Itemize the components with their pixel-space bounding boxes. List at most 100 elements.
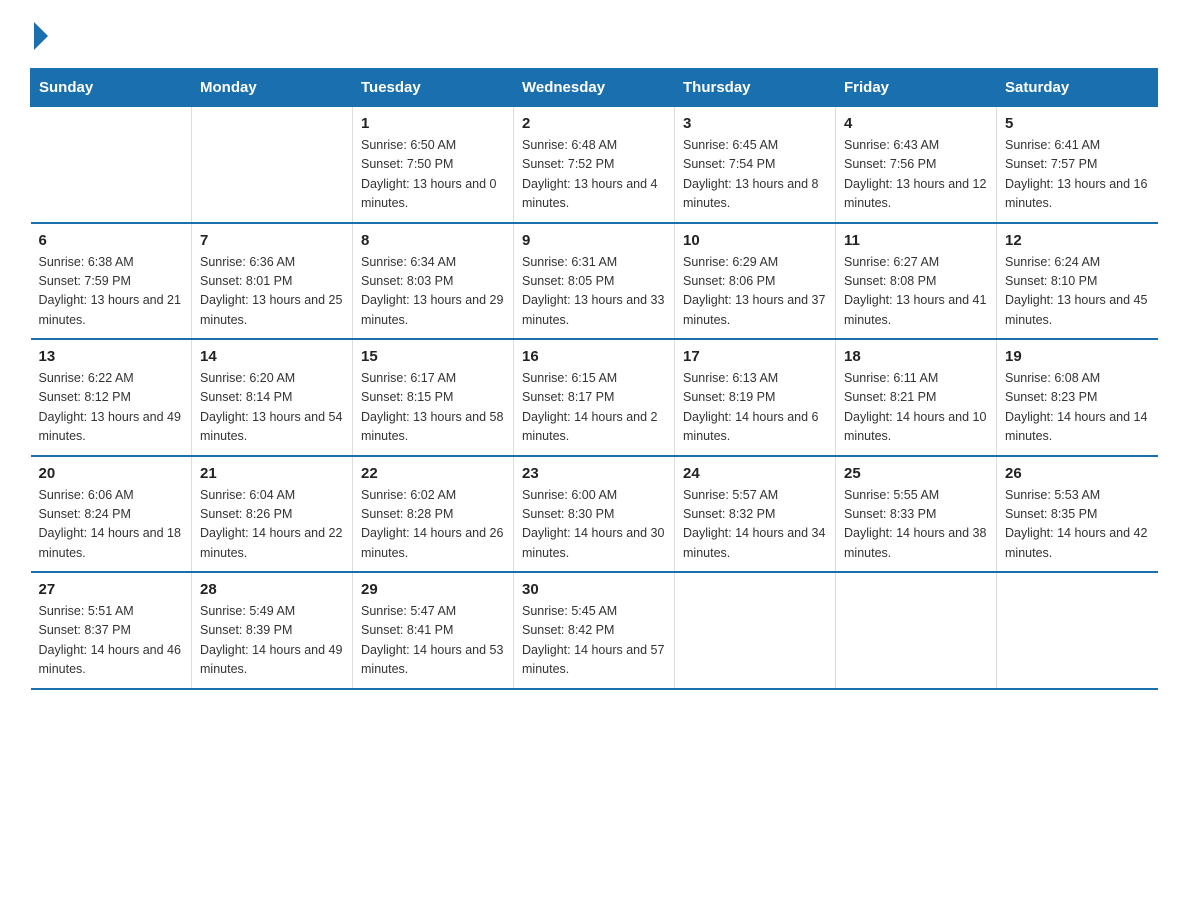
day-info: Sunrise: 6:41 AMSunset: 7:57 PMDaylight:… bbox=[1005, 136, 1150, 214]
day-info: Sunrise: 6:45 AMSunset: 7:54 PMDaylight:… bbox=[683, 136, 827, 214]
day-info: Sunrise: 6:27 AMSunset: 8:08 PMDaylight:… bbox=[844, 253, 988, 331]
day-number: 2 bbox=[522, 115, 666, 132]
day-number: 25 bbox=[844, 465, 988, 482]
day-info: Sunrise: 6:04 AMSunset: 8:26 PMDaylight:… bbox=[200, 486, 344, 564]
day-info: Sunrise: 6:00 AMSunset: 8:30 PMDaylight:… bbox=[522, 486, 666, 564]
day-number: 16 bbox=[522, 348, 666, 365]
day-number: 29 bbox=[361, 581, 505, 598]
calendar-cell bbox=[997, 572, 1158, 689]
day-number: 8 bbox=[361, 232, 505, 249]
weekday-header-monday: Monday bbox=[192, 69, 353, 107]
day-number: 19 bbox=[1005, 348, 1150, 365]
day-info: Sunrise: 6:34 AMSunset: 8:03 PMDaylight:… bbox=[361, 253, 505, 331]
calendar-cell: 22 Sunrise: 6:02 AMSunset: 8:28 PMDayligh… bbox=[353, 456, 514, 573]
day-info: Sunrise: 6:31 AMSunset: 8:05 PMDaylight:… bbox=[522, 253, 666, 331]
day-info: Sunrise: 6:20 AMSunset: 8:14 PMDaylight:… bbox=[200, 369, 344, 447]
calendar-cell bbox=[675, 572, 836, 689]
calendar-cell: 11 Sunrise: 6:27 AMSunset: 8:08 PMDayligh… bbox=[836, 223, 997, 340]
day-info: Sunrise: 6:48 AMSunset: 7:52 PMDaylight:… bbox=[522, 136, 666, 214]
logo-arrow-icon bbox=[34, 22, 48, 50]
calendar-cell: 10 Sunrise: 6:29 AMSunset: 8:06 PMDayligh… bbox=[675, 223, 836, 340]
calendar-cell: 4 Sunrise: 6:43 AMSunset: 7:56 PMDaylight… bbox=[836, 107, 997, 223]
day-info: Sunrise: 6:13 AMSunset: 8:19 PMDaylight:… bbox=[683, 369, 827, 447]
calendar-cell: 29 Sunrise: 5:47 AMSunset: 8:41 PMDayligh… bbox=[353, 572, 514, 689]
day-number: 28 bbox=[200, 581, 344, 598]
day-number: 17 bbox=[683, 348, 827, 365]
calendar-cell: 13 Sunrise: 6:22 AMSunset: 8:12 PMDayligh… bbox=[31, 339, 192, 456]
calendar-cell: 7Sunrise: 6:36 AMSunset: 8:01 PMDaylight… bbox=[192, 223, 353, 340]
day-number: 21 bbox=[200, 465, 344, 482]
calendar-week-3: 13 Sunrise: 6:22 AMSunset: 8:12 PMDayligh… bbox=[31, 339, 1158, 456]
day-number: 20 bbox=[39, 465, 184, 482]
day-number: 9 bbox=[522, 232, 666, 249]
day-number: 1 bbox=[361, 115, 505, 132]
weekday-row: SundayMondayTuesdayWednesdayThursdayFrid… bbox=[31, 69, 1158, 107]
calendar-cell: 2 Sunrise: 6:48 AMSunset: 7:52 PMDaylight… bbox=[514, 107, 675, 223]
day-number: 5 bbox=[1005, 115, 1150, 132]
day-info: Sunrise: 6:22 AMSunset: 8:12 PMDaylight:… bbox=[39, 369, 184, 447]
calendar-cell: 17 Sunrise: 6:13 AMSunset: 8:19 PMDayligh… bbox=[675, 339, 836, 456]
weekday-header-friday: Friday bbox=[836, 69, 997, 107]
logo bbox=[30, 20, 48, 50]
day-info: Sunrise: 5:49 AMSunset: 8:39 PMDaylight:… bbox=[200, 602, 344, 680]
weekday-header-sunday: Sunday bbox=[31, 69, 192, 107]
calendar-cell bbox=[836, 572, 997, 689]
day-number: 7 bbox=[200, 232, 344, 249]
calendar-cell: 30 Sunrise: 5:45 AMSunset: 8:42 PMDayligh… bbox=[514, 572, 675, 689]
day-info: Sunrise: 6:43 AMSunset: 7:56 PMDaylight:… bbox=[844, 136, 988, 214]
day-info: Sunrise: 5:53 AMSunset: 8:35 PMDaylight:… bbox=[1005, 486, 1150, 564]
day-number: 6 bbox=[39, 232, 184, 249]
page-header bbox=[30, 20, 1158, 50]
calendar-cell: 9 Sunrise: 6:31 AMSunset: 8:05 PMDaylight… bbox=[514, 223, 675, 340]
calendar-cell: 18Sunrise: 6:11 AMSunset: 8:21 PMDayligh… bbox=[836, 339, 997, 456]
calendar-header: SundayMondayTuesdayWednesdayThursdayFrid… bbox=[31, 69, 1158, 107]
day-info: Sunrise: 6:50 AMSunset: 7:50 PMDaylight:… bbox=[361, 136, 505, 214]
calendar-cell: 19 Sunrise: 6:08 AMSunset: 8:23 PMDayligh… bbox=[997, 339, 1158, 456]
day-info: Sunrise: 6:24 AMSunset: 8:10 PMDaylight:… bbox=[1005, 253, 1150, 331]
calendar-cell bbox=[31, 107, 192, 223]
day-info: Sunrise: 6:02 AMSunset: 8:28 PMDaylight:… bbox=[361, 486, 505, 564]
day-info: Sunrise: 6:29 AMSunset: 8:06 PMDaylight:… bbox=[683, 253, 827, 331]
day-info: Sunrise: 6:06 AMSunset: 8:24 PMDaylight:… bbox=[39, 486, 184, 564]
calendar-cell: 6 Sunrise: 6:38 AMSunset: 7:59 PMDaylight… bbox=[31, 223, 192, 340]
day-number: 3 bbox=[683, 115, 827, 132]
day-number: 27 bbox=[39, 581, 184, 598]
calendar-week-5: 27 Sunrise: 5:51 AMSunset: 8:37 PMDayligh… bbox=[31, 572, 1158, 689]
calendar-cell: 12 Sunrise: 6:24 AMSunset: 8:10 PMDayligh… bbox=[997, 223, 1158, 340]
day-info: Sunrise: 5:55 AMSunset: 8:33 PMDaylight:… bbox=[844, 486, 988, 564]
calendar-cell: 26 Sunrise: 5:53 AMSunset: 8:35 PMDayligh… bbox=[997, 456, 1158, 573]
day-info: Sunrise: 5:51 AMSunset: 8:37 PMDaylight:… bbox=[39, 602, 184, 680]
day-info: Sunrise: 6:08 AMSunset: 8:23 PMDaylight:… bbox=[1005, 369, 1150, 447]
day-info: Sunrise: 6:15 AMSunset: 8:17 PMDaylight:… bbox=[522, 369, 666, 447]
calendar-week-1: 1 Sunrise: 6:50 AMSunset: 7:50 PMDaylight… bbox=[31, 107, 1158, 223]
day-number: 12 bbox=[1005, 232, 1150, 249]
calendar-cell: 5 Sunrise: 6:41 AMSunset: 7:57 PMDaylight… bbox=[997, 107, 1158, 223]
day-number: 30 bbox=[522, 581, 666, 598]
day-number: 10 bbox=[683, 232, 827, 249]
day-number: 24 bbox=[683, 465, 827, 482]
day-number: 4 bbox=[844, 115, 988, 132]
calendar-cell: 24Sunrise: 5:57 AMSunset: 8:32 PMDayligh… bbox=[675, 456, 836, 573]
weekday-header-thursday: Thursday bbox=[675, 69, 836, 107]
calendar-table: SundayMondayTuesdayWednesdayThursdayFrid… bbox=[30, 68, 1158, 690]
calendar-cell: 21 Sunrise: 6:04 AMSunset: 8:26 PMDayligh… bbox=[192, 456, 353, 573]
day-number: 22 bbox=[361, 465, 505, 482]
weekday-header-tuesday: Tuesday bbox=[353, 69, 514, 107]
calendar-cell: 16 Sunrise: 6:15 AMSunset: 8:17 PMDayligh… bbox=[514, 339, 675, 456]
day-info: Sunrise: 6:11 AMSunset: 8:21 PMDaylight:… bbox=[844, 369, 988, 447]
calendar-cell: 23Sunrise: 6:00 AMSunset: 8:30 PMDayligh… bbox=[514, 456, 675, 573]
day-info: Sunrise: 6:38 AMSunset: 7:59 PMDaylight:… bbox=[39, 253, 184, 331]
weekday-header-wednesday: Wednesday bbox=[514, 69, 675, 107]
calendar-cell: 27 Sunrise: 5:51 AMSunset: 8:37 PMDayligh… bbox=[31, 572, 192, 689]
calendar-week-4: 20 Sunrise: 6:06 AMSunset: 8:24 PMDayligh… bbox=[31, 456, 1158, 573]
day-number: 26 bbox=[1005, 465, 1150, 482]
day-number: 11 bbox=[844, 232, 988, 249]
weekday-header-saturday: Saturday bbox=[997, 69, 1158, 107]
calendar-cell: 20 Sunrise: 6:06 AMSunset: 8:24 PMDayligh… bbox=[31, 456, 192, 573]
day-info: Sunrise: 5:47 AMSunset: 8:41 PMDaylight:… bbox=[361, 602, 505, 680]
day-info: Sunrise: 5:45 AMSunset: 8:42 PMDaylight:… bbox=[522, 602, 666, 680]
calendar-cell bbox=[192, 107, 353, 223]
day-number: 13 bbox=[39, 348, 184, 365]
calendar-cell: 8 Sunrise: 6:34 AMSunset: 8:03 PMDaylight… bbox=[353, 223, 514, 340]
day-number: 14 bbox=[200, 348, 344, 365]
